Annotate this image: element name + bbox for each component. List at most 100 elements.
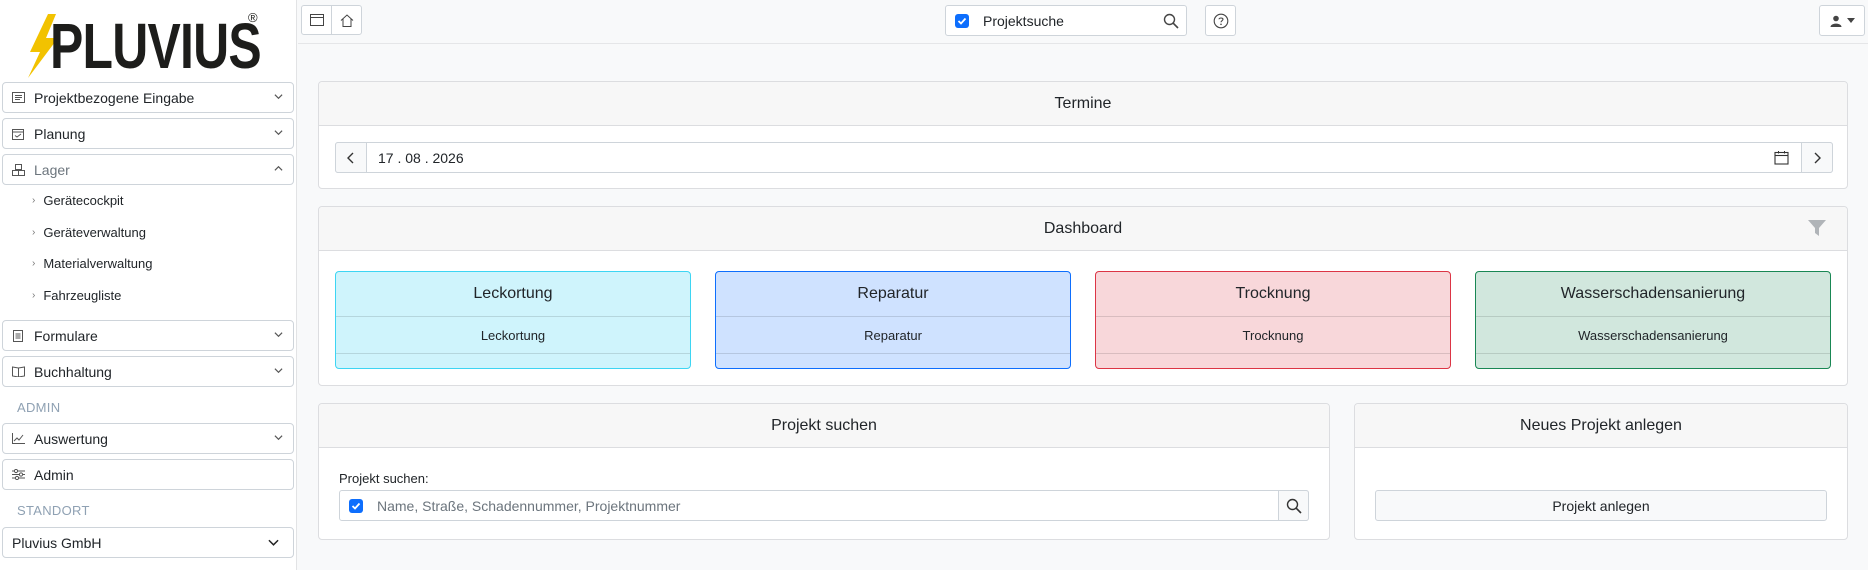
- book-icon: [11, 366, 25, 378]
- home-icon: [340, 13, 353, 27]
- prev-date-button[interactable]: [335, 142, 367, 173]
- dashboard-panel: Dashboard Leckortung Leckortung Reparatu…: [318, 206, 1848, 386]
- help-button[interactable]: [1205, 5, 1236, 36]
- standort-select[interactable]: Pluvius GmbH: [2, 527, 294, 558]
- pluvius-logo[interactable]: PLUVIUS ®: [26, 8, 266, 80]
- calendar-icon[interactable]: [1774, 150, 1789, 165]
- card-trocknung[interactable]: Trocknung Trocknung: [1095, 271, 1451, 369]
- sidebar-item-label: Projektbezogene Eingabe: [34, 89, 195, 106]
- checkmark-icon: [957, 17, 967, 25]
- window-button[interactable]: [301, 5, 332, 35]
- checkmark-icon: [351, 502, 361, 510]
- search-icon: [1286, 498, 1302, 514]
- chevron-right-icon: ›: [32, 290, 36, 301]
- card-wasserschadensanierung[interactable]: Wasserschadensanierung Wasserschadensani…: [1475, 271, 1831, 369]
- sidebar-item-label: Formulare: [34, 327, 98, 344]
- standort-value: Pluvius GmbH: [12, 534, 102, 551]
- calendar-check-icon: [11, 128, 25, 140]
- date-picker[interactable]: 17 . 08 . 2026: [335, 142, 1833, 173]
- card-body: Reparatur: [716, 317, 1070, 354]
- sidebar-item-lager[interactable]: Lager: [2, 154, 294, 185]
- projekt-search-checkbox[interactable]: [349, 498, 363, 513]
- sidebar-subitem-geraetecockpit[interactable]: › Gerätecockpit: [32, 193, 124, 208]
- chevron-right-icon: ›: [32, 258, 36, 269]
- sidebar-subitem-geraeteverwaltung[interactable]: › Geräteverwaltung: [32, 225, 146, 240]
- card-body: Trocknung: [1096, 317, 1450, 354]
- chevron-down-icon: [274, 435, 283, 441]
- section-label-admin: ADMIN: [17, 400, 61, 415]
- projektsuche-checkbox[interactable]: [955, 13, 969, 28]
- window-icon: [309, 14, 324, 26]
- sidebar-item-label: Buchhaltung: [34, 363, 112, 380]
- sidebar-item-formulare[interactable]: Formulare: [2, 320, 294, 351]
- sidebar-subitem-label: Geräteverwaltung: [43, 225, 146, 240]
- sidebar-item-admin[interactable]: Admin: [2, 459, 294, 490]
- dashboard-header: Dashboard: [319, 207, 1847, 251]
- sidebar: PLUVIUS ® Projektbezogene Eingabe Planun…: [0, 0, 297, 570]
- projekt-suchen-label: Projekt suchen:: [339, 471, 429, 486]
- projekt-suchen-panel: Projekt suchen Projekt suchen: Name, Str…: [318, 403, 1330, 540]
- sidebar-subitem-label: Materialverwaltung: [43, 256, 153, 271]
- date-value[interactable]: 17 . 08 . 2026: [378, 150, 464, 166]
- sliders-icon: [11, 469, 25, 481]
- next-date-button[interactable]: [1801, 142, 1833, 173]
- logo-text: PLUVIUS: [50, 10, 262, 82]
- sidebar-item-buchhaltung[interactable]: Buchhaltung: [2, 356, 294, 387]
- neues-projekt-title: Neues Projekt anlegen: [1355, 404, 1847, 448]
- user-menu-button[interactable]: [1819, 5, 1865, 36]
- help-icon: [1213, 13, 1228, 28]
- sidebar-item-auswertung[interactable]: Auswertung: [2, 423, 294, 454]
- card-title: Leckortung: [336, 272, 690, 317]
- sidebar-subitem-materialverwaltung[interactable]: › Materialverwaltung: [32, 256, 152, 271]
- sidebar-item-label: Auswertung: [34, 430, 108, 447]
- app: PLUVIUS ® Projektbezogene Eingabe Planun…: [0, 0, 1868, 570]
- user-icon: [1830, 15, 1841, 27]
- chevron-up-icon: [274, 165, 283, 171]
- section-label-standort: STANDORT: [17, 503, 90, 518]
- chevron-right-icon: ›: [32, 227, 36, 238]
- projektsuche-field[interactable]: Projektsuche: [945, 5, 1187, 36]
- filter-icon[interactable]: [1807, 218, 1827, 238]
- sidebar-subitem-label: Fahrzeugliste: [43, 288, 122, 303]
- projekt-search-input[interactable]: Name, Straße, Schadennummer, Projektnumm…: [339, 490, 1309, 521]
- caret-down-icon: [1846, 18, 1855, 23]
- chevron-down-icon: [274, 368, 283, 374]
- sidebar-subitem-label: Gerätecockpit: [43, 193, 124, 208]
- card-leckortung[interactable]: Leckortung Leckortung: [335, 271, 691, 369]
- projekt-anlegen-button[interactable]: Projekt anlegen: [1375, 490, 1827, 521]
- card-body: Wasserschadensanierung: [1476, 317, 1830, 354]
- sidebar-item-label: Admin: [34, 466, 74, 483]
- sidebar-item-projektbezogene-eingabe[interactable]: Projektbezogene Eingabe: [2, 82, 294, 113]
- form-icon: [11, 92, 25, 104]
- projekt-search-placeholder: Name, Straße, Schadennummer, Projektnumm…: [377, 497, 681, 514]
- chevron-right-icon: ›: [32, 195, 36, 206]
- search-icon[interactable]: [1163, 13, 1179, 29]
- card-title: Trocknung: [1096, 272, 1450, 317]
- chart-line-icon: [11, 433, 25, 445]
- chevron-left-icon: [347, 152, 354, 163]
- card-title: Reparatur: [716, 272, 1070, 317]
- sidebar-subitem-fahrzeugliste[interactable]: › Fahrzeugliste: [32, 288, 121, 303]
- registered-mark: ®: [248, 10, 258, 25]
- chevron-down-icon: [274, 332, 283, 338]
- neues-projekt-panel: Neues Projekt anlegen Projekt anlegen: [1354, 403, 1848, 540]
- sidebar-item-planung[interactable]: Planung: [2, 118, 294, 149]
- chevron-down-icon: [274, 130, 283, 136]
- termine-title: Termine: [319, 82, 1847, 126]
- home-button[interactable]: [331, 5, 362, 35]
- card-body: Leckortung: [336, 317, 690, 354]
- topbar: Projektsuche: [298, 0, 1868, 44]
- document-icon: [11, 329, 25, 342]
- chevron-down-icon: [274, 94, 283, 100]
- chevron-down-icon: [268, 539, 279, 546]
- projektsuche-label: Projektsuche: [983, 12, 1064, 29]
- sidebar-item-label: Lager: [34, 161, 70, 178]
- card-reparatur[interactable]: Reparatur Reparatur: [715, 271, 1071, 369]
- projekt-search-button[interactable]: [1278, 490, 1309, 521]
- card-title: Wasserschadensanierung: [1476, 272, 1830, 317]
- chevron-right-icon: [1814, 152, 1821, 163]
- sidebar-item-label: Planung: [34, 125, 86, 142]
- boxes-icon: [11, 163, 25, 176]
- termine-panel: Termine 17 . 08 . 2026: [318, 81, 1848, 189]
- projekt-suchen-title: Projekt suchen: [319, 404, 1329, 448]
